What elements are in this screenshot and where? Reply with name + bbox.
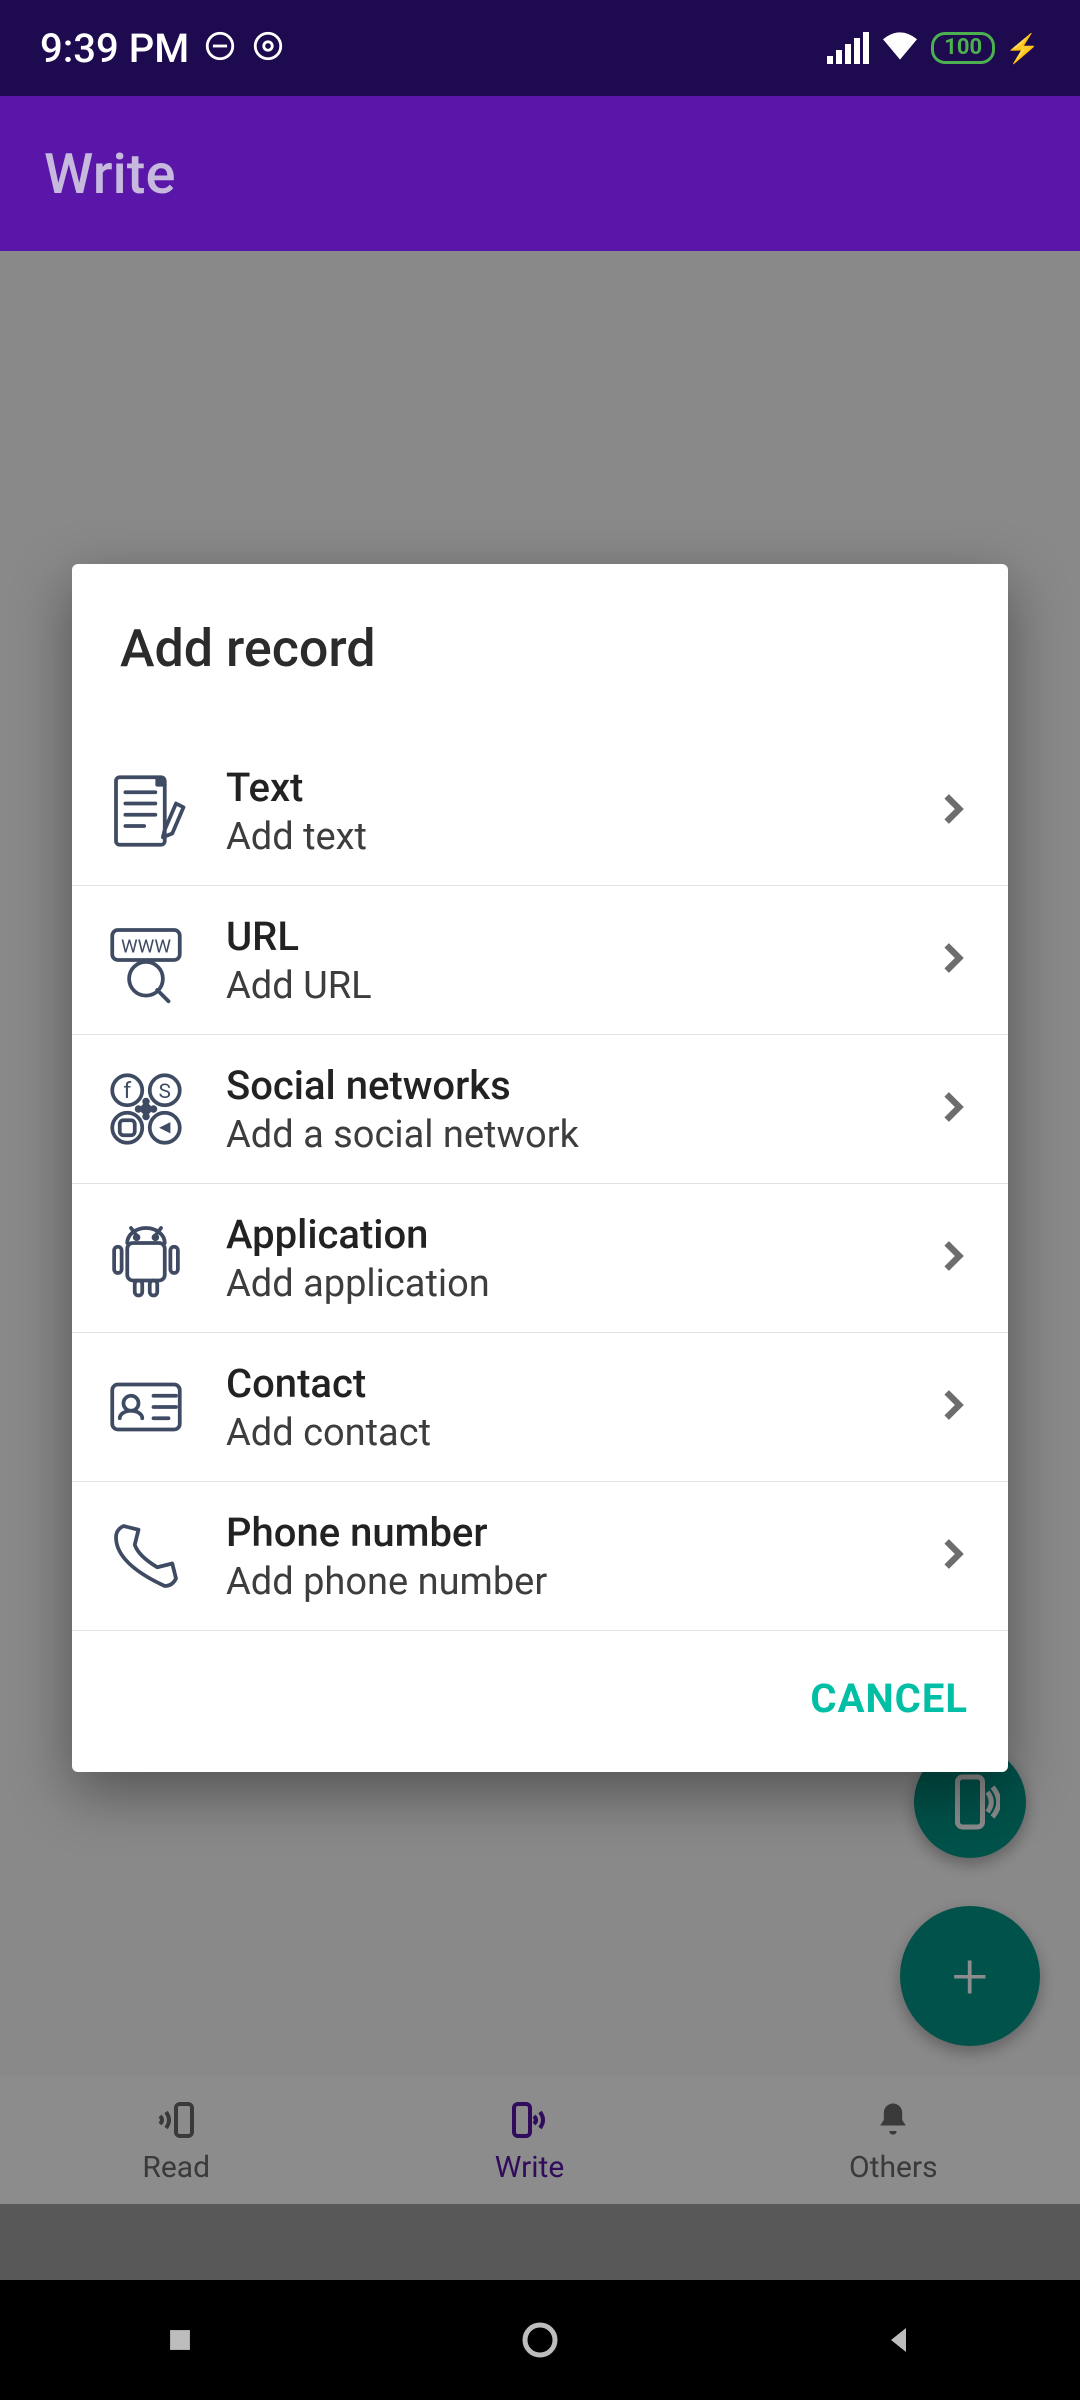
record-item-contact[interactable]: Contact Add contact [72, 1333, 1008, 1482]
record-subtitle: Add text [226, 815, 904, 859]
record-title: URL [226, 913, 904, 960]
chevron-right-icon [934, 1088, 972, 1130]
record-item-url[interactable]: WWW URL Add URL [72, 886, 1008, 1035]
signal-icon [827, 32, 869, 64]
chevron-right-icon [934, 790, 972, 832]
chevron-right-icon [934, 939, 972, 981]
record-subtitle: Add application [226, 1262, 904, 1306]
svg-text:f: f [123, 1078, 131, 1104]
page-title: Write [44, 141, 175, 207]
url-icon: WWW [96, 910, 196, 1010]
text-icon [96, 761, 196, 861]
sysnav-back[interactable] [880, 2320, 920, 2360]
record-subtitle: Add contact [226, 1411, 904, 1455]
record-title: Contact [226, 1360, 904, 1407]
record-item-phone[interactable]: Phone number Add phone number [72, 1482, 1008, 1631]
svg-text:S: S [159, 1080, 171, 1104]
phone-icon [96, 1506, 196, 1606]
app-bar: Write [0, 96, 1080, 251]
record-subtitle: Add URL [226, 964, 904, 1008]
wifi-icon [879, 29, 921, 67]
system-nav-bar [0, 2280, 1080, 2400]
record-title: Text [226, 764, 904, 811]
charging-icon: ⚡ [1005, 32, 1040, 65]
record-title: Application [226, 1211, 904, 1258]
record-subtitle: Add a social network [226, 1113, 904, 1157]
add-record-dialog: Add record Text Add text WWW URL Add UR [72, 564, 1008, 1772]
record-title: Phone number [226, 1509, 904, 1556]
chevron-right-icon [934, 1237, 972, 1279]
record-item-application[interactable]: Application Add application [72, 1184, 1008, 1333]
sysnav-home[interactable] [520, 2320, 560, 2360]
status-dnd-icon-2 [251, 29, 285, 67]
record-item-text[interactable]: Text Add text [72, 737, 1008, 886]
chevron-right-icon [934, 1535, 972, 1577]
battery-indicator: 100 [931, 32, 995, 64]
record-subtitle: Add phone number [226, 1560, 904, 1604]
svg-text:WWW: WWW [121, 936, 171, 958]
android-icon [96, 1208, 196, 1308]
chevron-right-icon [934, 1386, 972, 1428]
status-dnd-icon [203, 29, 237, 67]
record-title: Social networks [226, 1062, 904, 1109]
social-icon: fS [96, 1059, 196, 1159]
cancel-button[interactable]: CANCEL [810, 1675, 968, 1722]
sysnav-recent[interactable] [160, 2320, 200, 2360]
status-bar: 9:39 PM 100 ⚡ [0, 0, 1080, 96]
contact-card-icon [96, 1357, 196, 1457]
dialog-title: Add record [72, 564, 1008, 737]
status-time: 9:39 PM [40, 25, 189, 72]
record-item-social[interactable]: fS Social networks Add a social network [72, 1035, 1008, 1184]
